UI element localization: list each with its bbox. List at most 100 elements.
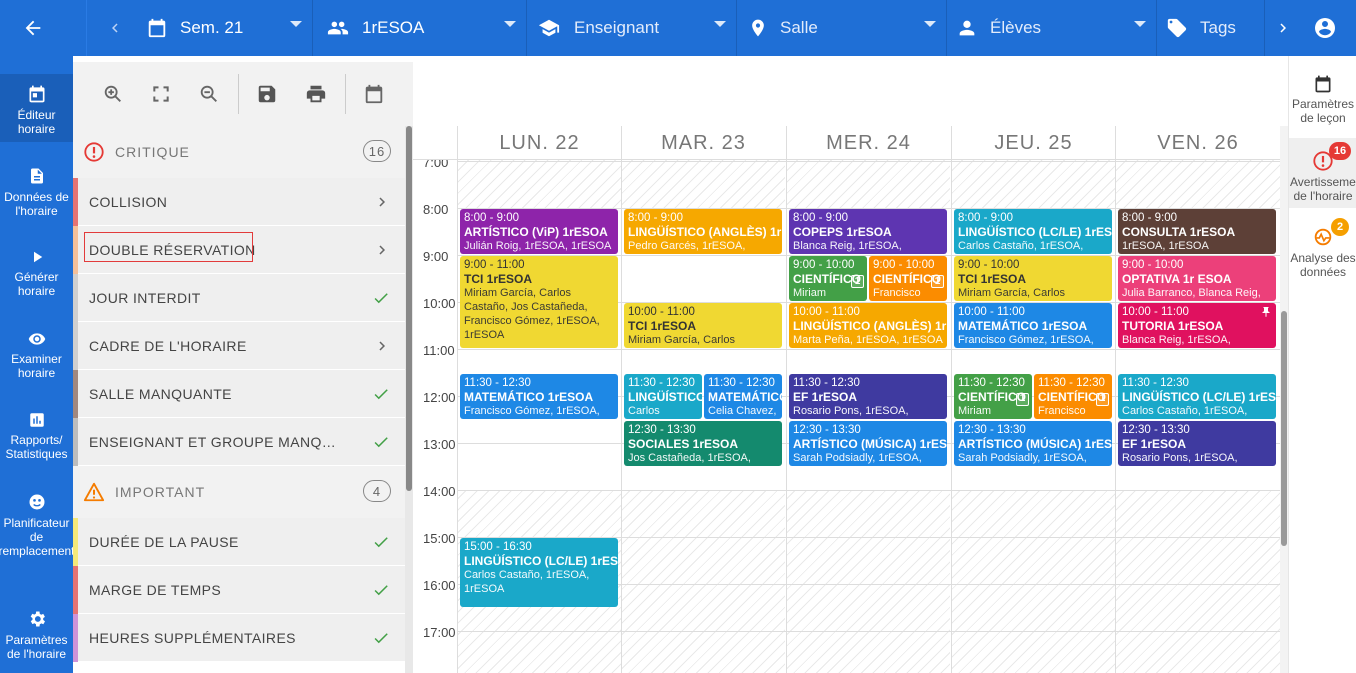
lesson-card[interactable]: 9:00 - 11:00 TCI 1rESOA Miriam García, Car…: [460, 256, 618, 348]
lesson-card[interactable]: 12:30 - 13:30 EF 1rESOA Rosario Pons, 1rES…: [1118, 420, 1276, 466]
lesson-card[interactable]: 15:00 - 16:30LINGÜÍSTICO (LC/LE) 1rESOAC…: [460, 538, 618, 607]
school-icon: [538, 19, 560, 37]
week-selector[interactable]: Sem. 21: [146, 0, 302, 56]
lesson-card[interactable]: 10:00 - 11:00 TUTORIA 1rESOA Blanca Reig, …: [1118, 303, 1276, 348]
lesson-card[interactable]: 10:00 - 11:00LINGÜÍSTICO (ANGLÈS) 1rESOA…: [789, 303, 947, 348]
save-icon: [258, 85, 276, 103]
lesson-detail: Carlos Castaño, 1rESOA,: [1122, 404, 1248, 417]
warning-row[interactable]: HEURES SUPPLÉMENTAIRES: [73, 614, 405, 662]
lesson-card[interactable]: 11:30 - 12:30 MATEMÁTICO Celia Chavez,: [704, 373, 782, 419]
warning-row[interactable]: SALLE MANQUANTE: [73, 370, 405, 418]
tags-selector[interactable]: Tags: [1166, 0, 1256, 56]
room-selector[interactable]: Salle: [748, 0, 936, 56]
calendar-grid: 7:00 8:00 9:00 10:00 11:00 12:00 13:00 14:00 15:…: [413, 155, 1280, 673]
lesson-time: 8:00 - 9:00: [793, 212, 848, 224]
sidebar-item-substitution-planner[interactable]: Planificateur de remplacement: [0, 492, 75, 562]
schedule-warnings-button[interactable]: 16 Avertissements de l'horaire: [1289, 138, 1356, 208]
next-week-button[interactable]: [1274, 0, 1292, 56]
warning-row[interactable]: DOUBLE RÉSERVATION: [73, 226, 405, 274]
warning-row[interactable]: CADRE DE L'HORAIRE: [73, 322, 405, 370]
sidebar-item-schedule-editor[interactable]: Éditeur horaire: [0, 74, 73, 142]
check-icon: [374, 633, 388, 644]
lesson-card[interactable]: 12:30 - 13:30ARTÍSTICO (MÚSICA) 1rESOASa…: [789, 420, 947, 466]
lesson-detail: Carlos: [628, 404, 660, 417]
data-analysis-button[interactable]: 2 Analyse des données: [1289, 218, 1356, 280]
students-selector[interactable]: Élèves: [956, 0, 1146, 56]
lesson-card[interactable]: 12:30 - 13:30ARTÍSTICO (MÚSICA) 1rESOASa…: [954, 420, 1112, 466]
lesson-time: 9:00 - 10:00: [958, 259, 1020, 271]
calendar-view-button[interactable]: [358, 78, 390, 110]
panel-scrollbar[interactable]: [405, 126, 413, 673]
lesson-card[interactable]: 11:30 - 12:30 LINGÜÍSTICO Carlos: [624, 373, 702, 419]
fullscreen-icon: [153, 86, 169, 102]
lesson-card[interactable]: 8:00 - 9:00LINGÜÍSTICO (ANGLÈS) 1rESOAPe…: [624, 209, 782, 254]
hour-gridline: [457, 161, 1280, 162]
warning-row[interactable]: JOUR INTERDIT: [73, 274, 405, 322]
right-panel: Paramètres de leçon 16 Avertissements de…: [1288, 56, 1356, 673]
lesson-card[interactable]: 9:00 - 10:00 TCI 1rESOA Miriam García, Car…: [954, 256, 1112, 301]
location-pin-icon: [752, 19, 764, 37]
day-header[interactable]: VEN. 26: [1115, 126, 1280, 160]
lesson-card[interactable]: 8:00 - 9:00 ARTÍSTICO (ViP) 1rESOA Julián …: [460, 209, 618, 254]
group-selector[interactable]: 1rESOA: [326, 0, 516, 56]
lesson-detail: Julián Roig, 1rESOA, 1rESOA: [464, 240, 612, 252]
lesson-card[interactable]: 11:30 - 12:30 CIENTÍFICO Francisco 1: [1034, 373, 1112, 419]
lesson-params-button[interactable]: Paramètres de leçon: [1289, 74, 1356, 134]
analysis-count-badge: 2: [1331, 218, 1349, 236]
sidebar-item-schedule-data[interactable]: Données de l'horaire: [0, 166, 73, 226]
lesson-time: 10:00 - 11:00: [793, 306, 860, 318]
lesson-card[interactable]: 11:30 - 12:30 EF 1rESOA Rosario Pons, 1rES…: [789, 373, 947, 419]
lesson-card[interactable]: 10:00 - 11:00 TCI 1rESOA Miriam García, Ca…: [624, 303, 782, 348]
account-button[interactable]: [1313, 0, 1337, 56]
lesson-card[interactable]: 8:00 - 9:00LINGÜÍSTICO (LC/LE) 1rESOACar…: [954, 209, 1112, 254]
lesson-detail: Sarah Podsiadly, 1rESOA, Aula: [793, 451, 922, 464]
lesson-card[interactable]: 12:30 - 13:30 SOCIALES 1rESOA Jos Castañed…: [624, 420, 782, 466]
calendar-scrollbar[interactable]: [1280, 126, 1288, 673]
sidebar-item-label: Rapports/ Statistiques: [5, 433, 68, 461]
save-button[interactable]: [251, 78, 283, 110]
day-header[interactable]: JEU. 25: [951, 126, 1115, 160]
fit-screen-button[interactable]: [145, 78, 177, 110]
sidebar-item-generate[interactable]: Générer horaire: [0, 248, 73, 308]
lesson-card[interactable]: 9:00 - 10:00 OPTATIVA 1r ESOA Julia Barran…: [1118, 256, 1276, 301]
warning-row[interactable]: MARGE DE TEMPS: [73, 566, 405, 614]
lesson-card[interactable]: 10:00 - 11:00 MATEMÁTICO 1rESOA Francisco …: [954, 303, 1112, 348]
teacher-selector[interactable]: Enseignant: [536, 0, 726, 56]
warning-row[interactable]: DURÉE DE LA PAUSE: [73, 518, 405, 566]
sidebar-item-reports[interactable]: Rapports/ Statistiques: [0, 411, 73, 471]
lesson-time: 11:30 - 12:30: [1122, 376, 1189, 389]
lesson-detail: Miriam García, Carlos Castaño,: [958, 287, 1065, 299]
warning-row[interactable]: COLLISION: [73, 178, 405, 226]
lesson-card[interactable]: 8:00 - 9:00 COPEPS 1rESOA Blanca Reig, 1rE…: [789, 209, 947, 254]
print-button[interactable]: [300, 78, 332, 110]
sidebar-item-review[interactable]: Examiner horaire: [0, 330, 73, 390]
lesson-card[interactable]: 9:00 - 10:00CIENTÍFICOMiriam García,1: [789, 256, 867, 301]
important-count-badge: 4: [363, 480, 391, 502]
error-icon: [84, 142, 104, 162]
lesson-card[interactable]: 11:30 - 12:30 MATEMÁTICO 1rESOA Francisco …: [460, 373, 618, 419]
lesson-time: 11:30 - 12:30: [708, 376, 775, 389]
lesson-card[interactable]: 9:00 - 10:00 CIENTÍFICO Francisco 1: [869, 256, 947, 301]
lesson-time: 8:00 - 9:00: [464, 212, 519, 224]
lesson-card[interactable]: 11:30 - 12:30CIENTÍFICOMiriam García,1: [954, 373, 1032, 419]
lesson-card[interactable]: 8:00 - 9:00 CONSULTA 1rESOA 1rESOA, 1rESOA: [1118, 209, 1276, 254]
zoom-in-button[interactable]: [97, 78, 129, 110]
lesson-card[interactable]: 11:30 - 12:30LINGÜÍSTICO (LC/LE) 1rESOAC…: [1118, 373, 1276, 419]
lesson-name: MATEMÁTICO: [708, 389, 782, 404]
lesson-name: TCI 1rESOA: [628, 319, 697, 333]
day-header[interactable]: MER. 24: [786, 126, 950, 160]
critical-section-header[interactable]: CRITIQUE 16: [73, 126, 405, 178]
print-icon: [306, 85, 326, 103]
important-section-header[interactable]: IMPORTANT 4: [73, 466, 405, 518]
lesson-detail: Rosario Pons, 1rESOA,: [793, 404, 909, 417]
lesson-detail: Sarah Podsiadly, 1rESOA, Aula: [958, 451, 1087, 464]
sidebar-item-schedule-settings[interactable]: Paramètres de l'horaire: [0, 609, 73, 669]
day-header[interactable]: MAR. 23: [621, 126, 785, 160]
hour-gridline: [457, 631, 1280, 632]
prev-week-button[interactable]: [106, 0, 124, 56]
warning-row[interactable]: ENSEIGNANT ET GROUPE MANQUANTS: [73, 418, 405, 466]
day-header[interactable]: LUN. 22: [457, 126, 621, 160]
lesson-detail: Julia Barranco, Blanca Reig,: [1122, 287, 1261, 299]
back-button[interactable]: [22, 0, 44, 56]
zoom-out-button[interactable]: [193, 78, 225, 110]
